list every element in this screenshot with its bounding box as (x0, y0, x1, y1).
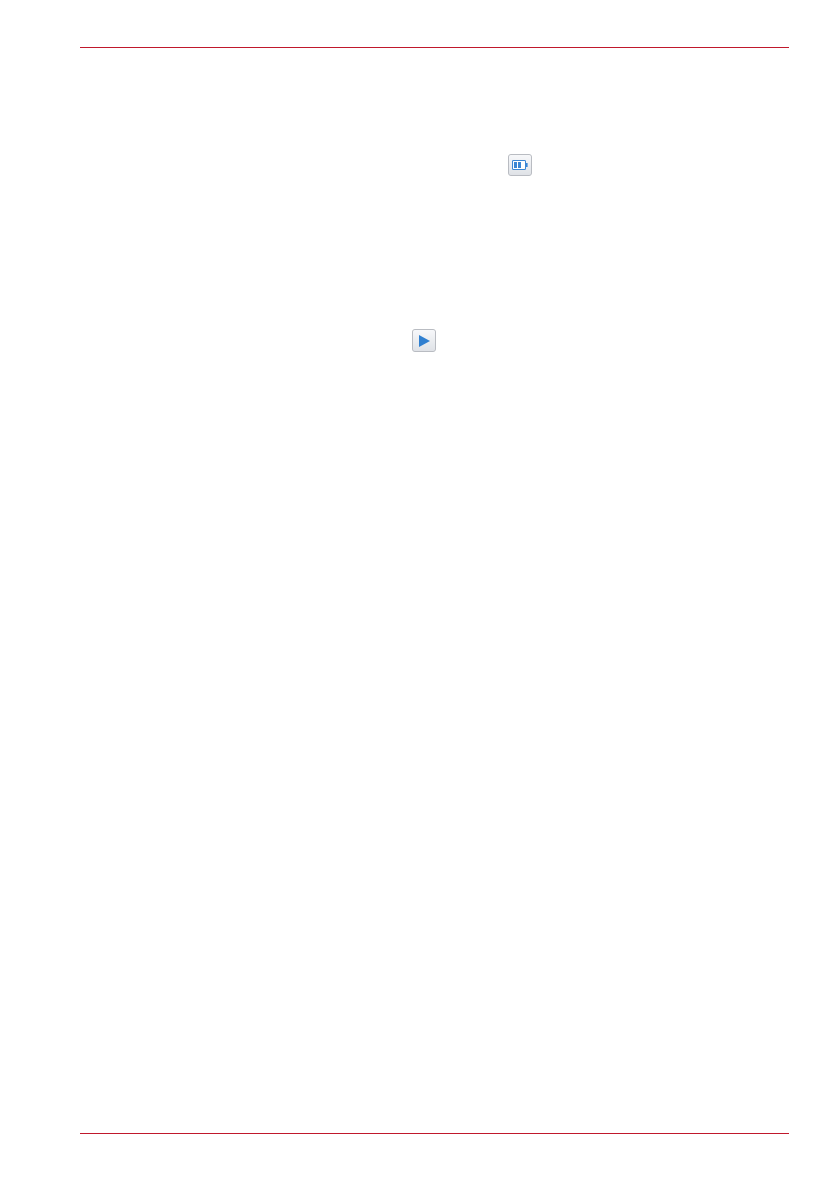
play-icon-glyph (419, 334, 430, 347)
battery-icon (508, 154, 532, 176)
footer-rule (80, 1133, 789, 1134)
battery-icon-glyph (512, 160, 528, 170)
play-icon (412, 329, 436, 352)
header-rule (80, 47, 789, 48)
